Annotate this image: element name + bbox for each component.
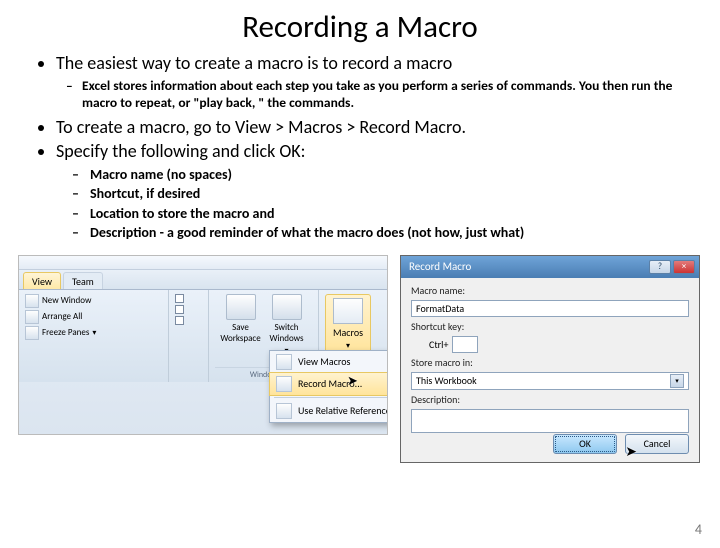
macro-name-label: Macro name: <box>411 284 689 297</box>
bullet-1: The easiest way to create a macro is to … <box>56 52 692 112</box>
ribbon-screenshot: View Team New Window Arrange All Freeze … <box>18 255 388 435</box>
macros-dropdown: View Macros Record Macro... Use Relative… <box>269 350 388 423</box>
ok-button[interactable]: OK <box>553 434 617 454</box>
record-macro-item[interactable]: Record Macro... <box>269 372 388 396</box>
slide-content: The easiest way to create a macro is to … <box>0 52 720 243</box>
shortcut-key-input[interactable] <box>452 336 478 353</box>
macros-button[interactable]: Macros ▾ <box>325 294 371 355</box>
ctrl-prefix: Ctrl+ <box>411 338 448 351</box>
tab-view[interactable]: View <box>23 272 61 289</box>
bullet-3: Specify the following and click OK: Macr… <box>56 140 692 243</box>
description-input[interactable] <box>411 409 689 433</box>
cursor-icon: ➤ <box>625 443 637 460</box>
freeze-panes-item[interactable]: Freeze Panes ▾ <box>25 326 162 340</box>
bullet-3d: Description - a good reminder of what th… <box>90 223 692 243</box>
bullet-3a: Macro name (no spaces) <box>90 165 692 185</box>
help-button[interactable]: ? <box>649 260 671 274</box>
dialog-title-text: Record Macro <box>409 260 471 273</box>
view-macros-item[interactable]: View Macros <box>270 351 388 373</box>
macros-icon <box>333 298 363 324</box>
ribbon-tabs: View Team <box>19 270 387 290</box>
bullet-3b: Shortcut, if desired <box>90 184 692 204</box>
switch-icon <box>272 294 302 320</box>
record-macro-dialog: Record Macro ? × Macro name: FormatData … <box>400 255 700 463</box>
window-icon <box>25 294 39 308</box>
store-macro-select[interactable]: This Workbook ▾ <box>411 372 689 390</box>
store-macro-label: Store macro in: <box>411 356 689 369</box>
freeze-icon <box>25 326 39 340</box>
chevron-down-icon: ▾ <box>92 328 96 338</box>
tab-team[interactable]: Team <box>63 272 103 289</box>
dialog-titlebar: Record Macro ? × <box>401 256 699 278</box>
slide-title: Recording a Macro <box>0 8 720 46</box>
bullet-3c: Location to store the macro and <box>90 204 692 224</box>
chevron-down-icon: ▾ <box>670 374 684 388</box>
arrange-icon <box>25 310 39 324</box>
save-icon <box>226 294 256 320</box>
page-number: 4 <box>695 521 702 538</box>
new-window-item[interactable]: New Window <box>25 294 162 308</box>
macro-name-input[interactable]: FormatData <box>411 300 689 317</box>
use-relative-item[interactable]: Use Relative References <box>270 400 388 422</box>
bullet-2: To create a macro, go to View > Macros >… <box>56 116 692 139</box>
switch-windows-button[interactable]: Switch Windows▾ <box>267 294 307 356</box>
play-icon <box>276 354 292 370</box>
cursor-icon: ➤ <box>347 374 358 389</box>
record-icon <box>276 376 292 392</box>
save-workspace-button[interactable]: Save Workspace <box>221 294 261 356</box>
relative-icon <box>276 403 292 419</box>
arrange-all-item[interactable]: Arrange All <box>25 310 162 324</box>
bullet-1a: Excel stores information about each step… <box>82 77 692 112</box>
description-label: Description: <box>411 393 689 406</box>
shortcut-key-label: Shortcut key: <box>411 320 689 333</box>
close-button[interactable]: × <box>673 260 695 274</box>
